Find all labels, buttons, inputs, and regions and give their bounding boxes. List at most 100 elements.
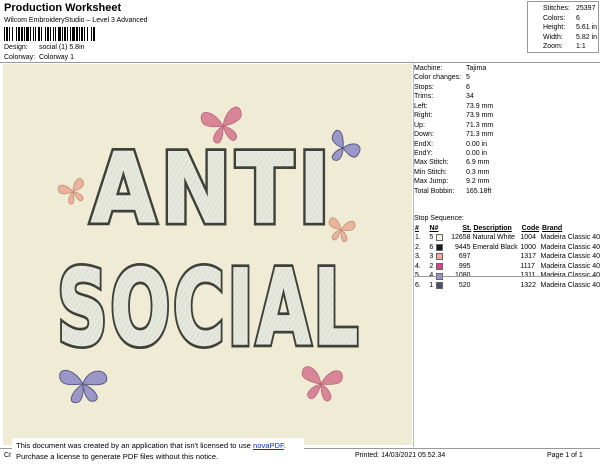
machine-info-row: Left: 73.9 mm: [414, 102, 600, 111]
stat-row: Height: 5.61 in: [543, 23, 598, 33]
machine-info-value: 0.00 in: [466, 140, 488, 148]
machine-info-value: 73.9 mm: [466, 112, 494, 120]
artwork-word-social-texture: SOCIAL: [57, 247, 361, 369]
notice-period: .: [283, 441, 286, 450]
machine-info-value: 0.00 in: [466, 149, 488, 157]
needle-number: 1: [429, 281, 434, 289]
stat-value: 5.82 in: [576, 33, 598, 41]
stat-label: Height:: [543, 24, 566, 32]
thread-brand: Madeira Classic 40: [540, 253, 600, 261]
notice-line-1: This document was created by an applicat…: [16, 440, 300, 451]
artwork-word-anti-texture: ANTI: [91, 133, 335, 245]
thread-description: Emerald Black: [472, 243, 518, 251]
machine-info-label: EndY:: [414, 149, 433, 157]
machine-info-value: 6.9 mm: [466, 159, 490, 167]
notice-line-2: Purchase a license to generate PDF files…: [16, 452, 219, 461]
info-panel-divider: [414, 276, 600, 277]
machine-info-label: Max Jump:: [414, 178, 449, 186]
thread-code: 1000: [520, 243, 536, 251]
thread-code: 1117: [520, 262, 535, 270]
thread-brand: Madeira Classic 40: [540, 262, 600, 270]
colorway-label: Colorway:: [4, 54, 36, 61]
machine-info-value: 71.3 mm: [466, 121, 494, 129]
needle-number: 2: [429, 262, 434, 270]
stop-num: 4.: [415, 262, 421, 270]
thread-code: 1004: [520, 234, 536, 241]
machine-info-row: Min Stitch: 0.3 mm: [414, 168, 600, 177]
colorway-value: Colorway 1: [39, 54, 75, 61]
machine-info-value: 34: [466, 93, 474, 101]
header-brand: Brand: [541, 225, 563, 232]
design-label: Design:: [4, 44, 28, 51]
thread-description: Natural White: [472, 234, 515, 241]
machine-info-label: Max Stitch:: [414, 159, 449, 167]
machine-info-row: Max Jump: 9.2 mm: [414, 177, 600, 186]
machine-info-row: Down: 71.3 mm: [414, 130, 600, 139]
machine-info-value: 9.2 mm: [466, 178, 490, 186]
stop-sequence-title: Stop Sequence:: [414, 215, 464, 222]
machine-info-value: 6: [466, 83, 470, 91]
machine-info-label: Down:: [414, 131, 434, 139]
stat-value: 25397: [576, 5, 596, 12]
color-swatch: [436, 263, 446, 271]
machine-info-row: Stops: 6: [414, 83, 600, 92]
machine-info-label: Trims:: [414, 93, 434, 101]
machine-info-value: 0.3 mm: [466, 168, 490, 176]
stitch-count: 697: [458, 253, 471, 261]
worksheet-page: Production Worksheet Wilcom EmbroiderySt…: [0, 0, 600, 464]
stop-sequence-row: 3. 3 697 1317 Madeira Classic 40: [414, 252, 600, 262]
header-num: #: [415, 225, 419, 232]
stat-row: Width: 5.82 in: [543, 33, 598, 43]
machine-info-row: Total Bobbin: 165.18ft: [414, 187, 600, 196]
stat-row: Zoom: 1:1: [543, 42, 598, 52]
stat-row: Stitches: 25397: [543, 4, 598, 14]
color-swatch-box: [436, 253, 444, 261]
notice-text: This document was created by an applicat…: [16, 441, 253, 450]
stat-value: 5.61 in: [576, 24, 598, 32]
stat-value: 1:1: [576, 43, 586, 51]
stop-sequence-row: 1. 5 12658 Natural White 1004 Madeira Classic…: [414, 233, 600, 243]
machine-info-value: 5: [466, 74, 470, 82]
machine-info-row: Trims: 34: [414, 92, 600, 101]
machine-info-label: Right:: [414, 112, 433, 120]
stop-num: 2.: [415, 243, 421, 251]
stat-label: Colors:: [543, 14, 566, 22]
color-swatch-box: [436, 234, 444, 242]
design-preview-svg: ANTI ANTI SOCIAL SOCIAL: [3, 64, 412, 445]
machine-info-row: EndY: 0.00 in: [414, 149, 600, 158]
machine-info-label: Up:: [414, 121, 425, 129]
machine-info-label: Stops:: [414, 83, 434, 91]
thread-brand: Madeira Classic 40: [540, 234, 600, 241]
license-notice: This document was created by an applicat…: [12, 438, 304, 464]
header-description: Description: [473, 225, 512, 232]
needle-number: 3: [429, 253, 434, 261]
barcode-gap: [95, 27, 96, 41]
stat-row: Colors: 6: [543, 14, 598, 24]
header-stitches: St.: [462, 225, 472, 232]
stat-label: Width:: [543, 33, 563, 41]
header-n: N#: [429, 225, 439, 232]
stitch-count: 520: [458, 281, 471, 289]
stitch-count: 995: [458, 262, 471, 270]
machine-info-row: Up: 71.3 mm: [414, 121, 600, 130]
stop-sequence-panel: Stop Sequence: # N# St. Description Code…: [414, 214, 600, 291]
thread-brand: Madeira Classic 40: [540, 281, 600, 289]
machine-info-value: Tajima: [466, 65, 487, 72]
color-swatch-box: [436, 243, 444, 251]
color-swatch: [436, 234, 446, 242]
color-swatch-box: [436, 282, 444, 290]
machine-info-value: 73.9 mm: [466, 102, 494, 110]
machine-info-row: Machine: Tajima: [414, 64, 600, 73]
software-name: Wilcom EmbroideryStudio – Level 3 Advanc…: [4, 17, 148, 24]
header-divider: [0, 62, 600, 63]
machine-info-label: EndX:: [414, 140, 434, 148]
header-swatch-spacer: [437, 224, 447, 231]
machine-info-label: Color changes:: [414, 74, 462, 82]
stop-sequence-row: 6. 1 520 1322 Madeira Classic 40: [414, 281, 600, 291]
novapdf-link[interactable]: novaPDF: [253, 441, 284, 450]
design-stats-box: Stitches: 25397 Colors: 6 Height: 5.61 in W…: [527, 1, 599, 53]
stop-num: 3.: [415, 253, 421, 261]
machine-info-row: EndX: 0.00 in: [414, 140, 600, 149]
page-title: Production Worksheet: [4, 2, 122, 14]
stop-num: 1.: [415, 234, 421, 241]
